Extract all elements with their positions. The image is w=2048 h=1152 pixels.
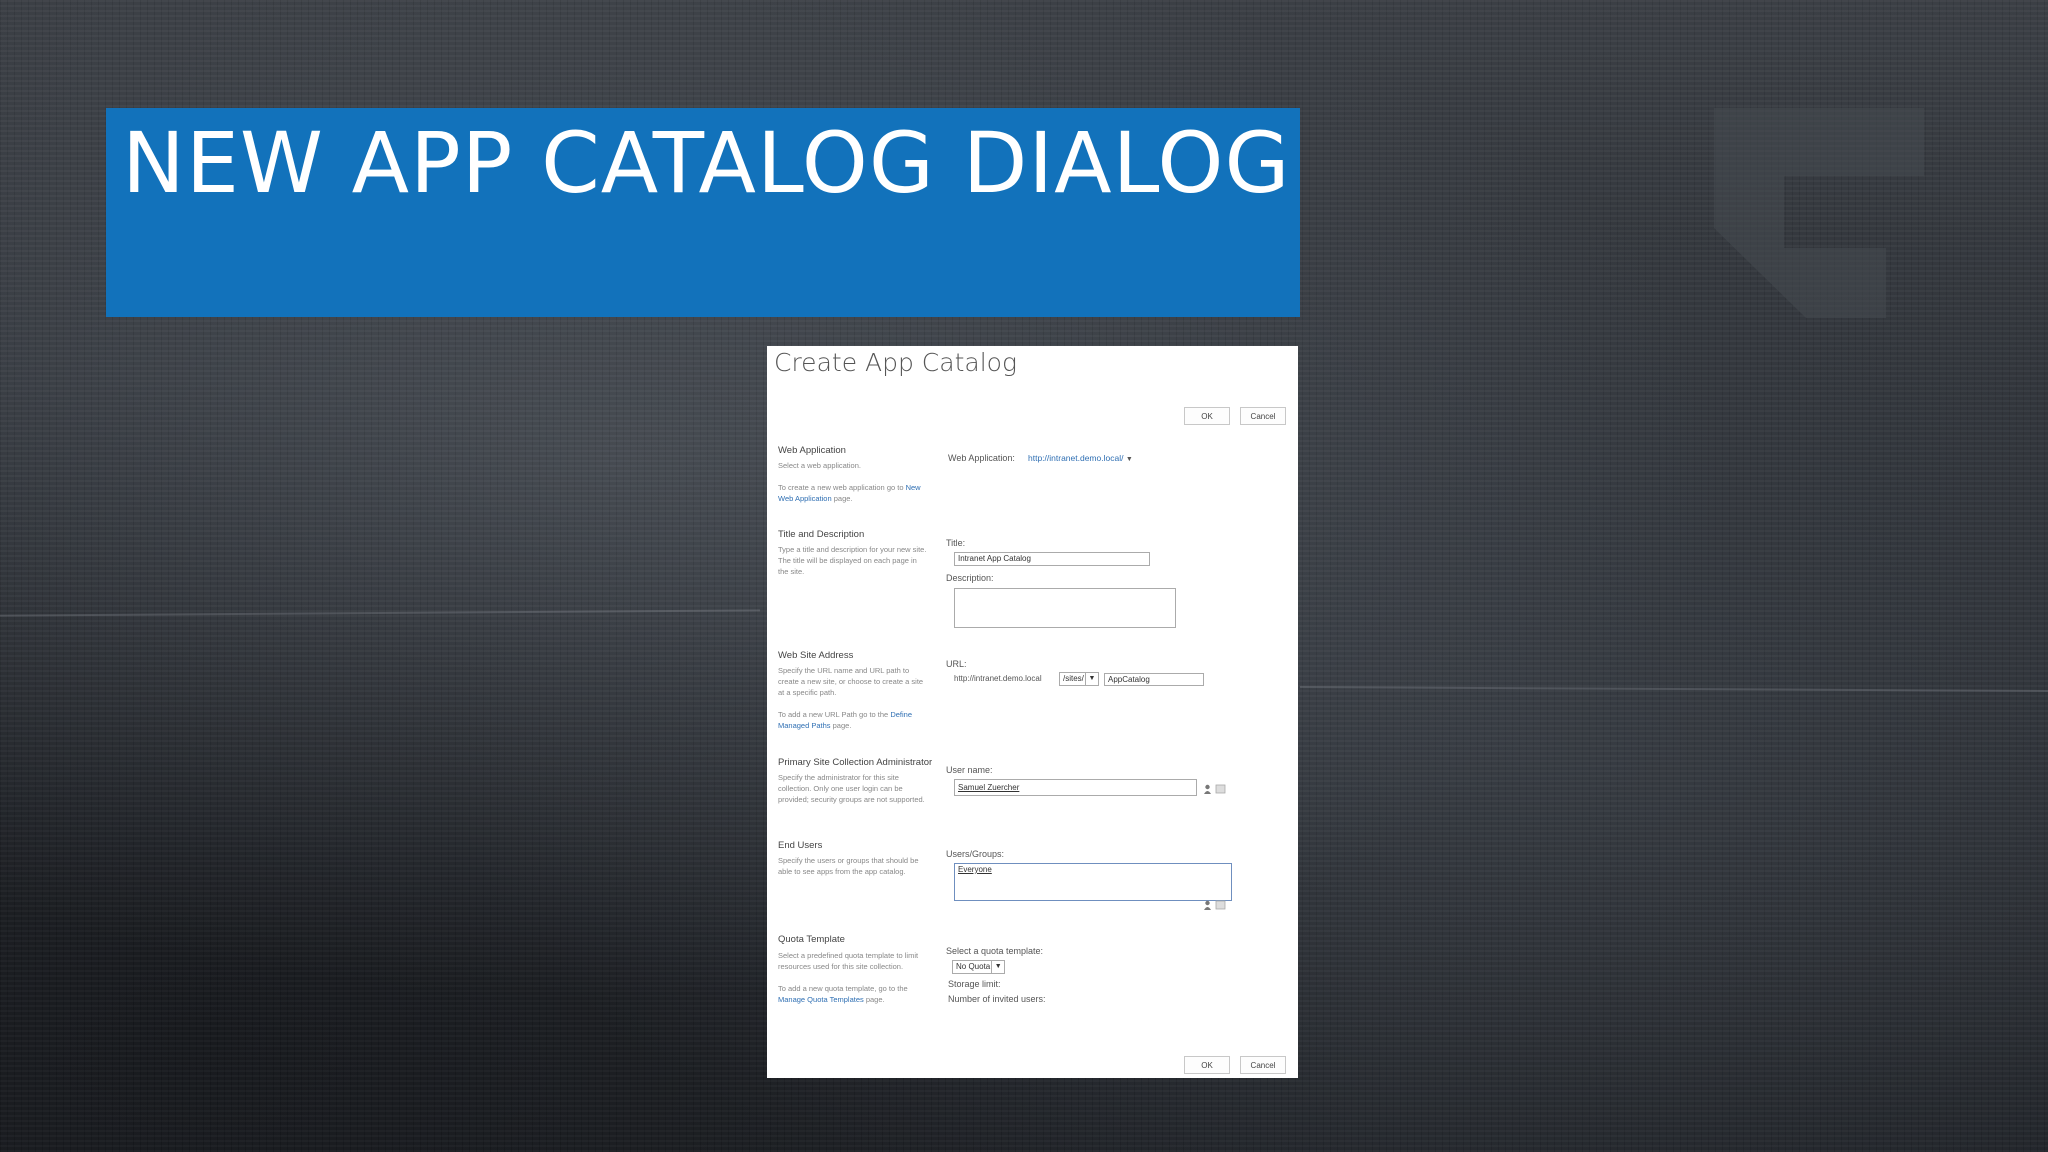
web-site-address-desc-text: Specify the URL name and URL path to cre… [778, 666, 924, 697]
title-input[interactable]: Intranet App Catalog [954, 552, 1150, 566]
brand-logo-icon [1714, 108, 1924, 318]
web-application-section-title: Web Application [778, 445, 846, 456]
quota-template-desc2-suffix: page. [865, 995, 885, 1004]
web-application-value: http://intranet.demo.local/ [1028, 453, 1124, 463]
web-application-section-desc: Select a web application. To create a ne… [778, 460, 928, 504]
title-description-section-desc: Type a title and description for your ne… [778, 545, 927, 576]
end-users-section-title: End Users [778, 840, 823, 851]
ok-button-bottom[interactable]: OK [1184, 1056, 1230, 1074]
quota-template-value: No Quota [956, 962, 991, 971]
chevron-down-icon: ▼ [1084, 673, 1098, 685]
quota-template-desc2-prefix: To add a new quota template, go to the [778, 984, 908, 993]
url-label: URL: [946, 659, 967, 669]
quota-template-desc-text: Select a predefined quota template to li… [778, 951, 919, 971]
slide-title-band: NEW APP CATALOG DIALOG [106, 108, 1300, 317]
description-textarea[interactable] [954, 588, 1176, 628]
admin-section-title: Primary Site Collection Administrator [778, 757, 933, 768]
quota-template-section-desc: Select a predefined quota template to li… [778, 950, 928, 1005]
title-label: Title: [946, 538, 966, 548]
managed-path-select[interactable]: /sites/ ▼ [1059, 672, 1099, 686]
cancel-button-top[interactable]: Cancel [1240, 407, 1286, 425]
end-users-section-desc: Specify the users or groups that should … [778, 856, 919, 876]
web-site-address-section-title: Web Site Address [778, 650, 854, 661]
create-app-catalog-dialog: Create App Catalog OK Cancel Web Applica… [767, 346, 1298, 1078]
user-name-input[interactable]: Samuel Zuercher [954, 779, 1197, 796]
quota-template-section-title: Quota Template [778, 934, 845, 945]
title-description-section-title: Title and Description [778, 529, 865, 540]
chevron-down-icon: ▼ [991, 961, 1004, 973]
web-site-address-desc2-prefix: To add a new URL Path go to the [778, 710, 889, 719]
url-name-input[interactable]: AppCatalog [1104, 673, 1204, 686]
quota-template-select[interactable]: No Quota ▼ [952, 960, 1006, 974]
browse-people-icon[interactable] [1204, 900, 1226, 910]
web-application-selector[interactable]: http://intranet.demo.local/ ▼ [1028, 453, 1133, 463]
web-application-label: Web Application: [948, 453, 1015, 463]
invited-users-label: Number of invited users: [948, 994, 1046, 1004]
quota-select-label: Select a quota template: [946, 946, 1044, 956]
manage-quota-templates-link[interactable]: Manage Quota Templates [778, 995, 864, 1004]
web-application-desc2-prefix: To create a new web application go to [778, 483, 904, 492]
web-application-desc2-suffix: page. [833, 494, 853, 503]
chevron-down-icon: ▼ [1125, 456, 1133, 463]
admin-section-desc: Specify the administrator for this site … [778, 773, 925, 804]
ok-button-top[interactable]: OK [1184, 407, 1230, 425]
web-site-address-desc2-suffix: page. [832, 721, 852, 730]
cancel-button-bottom[interactable]: Cancel [1240, 1056, 1286, 1074]
description-label: Description: [946, 573, 994, 583]
dialog-title: Create App Catalog [774, 348, 1017, 377]
storage-limit-label: Storage limit: [948, 979, 1001, 989]
web-application-desc-text: Select a web application. [778, 461, 861, 470]
user-name-label: User name: [946, 765, 993, 775]
managed-path-value: /sites/ [1063, 674, 1084, 683]
users-groups-label: Users/Groups: [946, 849, 1005, 859]
slide-title: NEW APP CATALOG DIALOG [122, 114, 1291, 212]
check-names-icon[interactable] [1204, 784, 1226, 794]
web-site-address-section-desc: Specify the URL name and URL path to cre… [778, 665, 928, 731]
url-prefix: http://intranet.demo.local [954, 674, 1042, 683]
users-groups-input[interactable]: Everyone [954, 863, 1232, 901]
